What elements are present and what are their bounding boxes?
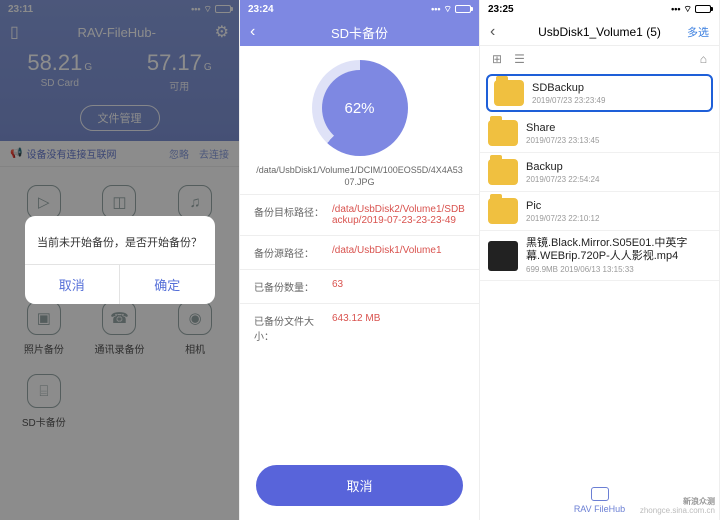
back-button[interactable]: ‹ [250, 23, 255, 41]
page-title: SD卡备份 [331, 23, 388, 42]
screen-backup-progress: 23:24 ‹ SD卡备份 62% /data/UsbDisk1/Volume1… [240, 0, 480, 520]
status-bar: 23:24 [240, 0, 479, 18]
folder-icon [488, 198, 518, 224]
list-item[interactable]: 黑镜.Black.Mirror.S05E01.中英字幕.WEBrip.720P-… [480, 231, 719, 281]
row-target-path: 备份目标路径：/data/UsbDisk2/Volume1/SDBackup/2… [240, 194, 479, 235]
folder-icon [488, 159, 518, 185]
status-time: 23:25 [488, 4, 514, 15]
multiselect-button[interactable]: 多选 [687, 24, 709, 40]
list-item[interactable]: Backup2019/07/23 22:54:24 [480, 153, 719, 192]
video-file-icon [488, 241, 518, 271]
screen-file-browser: 23:25 ‹ UsbDisk1_Volume1 (5) 多选 ⊞ ☰ ⌂ SD… [480, 0, 720, 520]
status-bar: 23:25 [480, 0, 719, 18]
cell-signal-icon [671, 4, 680, 14]
progress-ring: 62% [312, 60, 408, 156]
list-item[interactable]: SDBackup2019/07/23 23:23:49 [486, 74, 713, 112]
file-list: SDBackup2019/07/23 23:23:49 Share2019/07… [480, 74, 719, 281]
wifi-icon [684, 4, 692, 15]
wifi-icon [444, 4, 452, 15]
device-tab-icon [591, 487, 609, 501]
status-time: 23:24 [248, 4, 274, 15]
toolbar: ⊞ ☰ ⌂ [480, 46, 719, 72]
row-count: 已备份数量：63 [240, 269, 479, 303]
battery-icon [695, 5, 711, 13]
dialog-message: 当前未开始备份，是否开始备份？ [25, 216, 215, 264]
progress-percent: 62% [322, 70, 398, 146]
row-size: 已备份文件大小：643.12 MB [240, 303, 479, 352]
cell-signal-icon [431, 4, 440, 14]
dialog-ok-button[interactable]: 确定 [120, 265, 215, 304]
folder-icon [488, 120, 518, 146]
list-view-icon[interactable]: ☰ [514, 52, 525, 66]
battery-icon [455, 5, 471, 13]
modal-overlay: 当前未开始备份，是否开始备份？ 取消 确定 [0, 0, 239, 520]
dialog-cancel-button[interactable]: 取消 [25, 265, 121, 304]
folder-icon [494, 80, 524, 106]
page-title: UsbDisk1_Volume1 (5) [538, 25, 661, 39]
screen-filehub-home: 23:11 ▯ RAV-FileHub- ⚙ 58.21G SD Card 57… [0, 0, 240, 520]
home-icon[interactable]: ⌂ [700, 52, 707, 66]
list-item[interactable]: Pic2019/07/23 22:10:12 [480, 192, 719, 231]
back-button[interactable]: ‹ [490, 23, 495, 41]
row-source-path: 备份源路径：/data/UsbDisk1/Volume1 [240, 235, 479, 269]
list-item[interactable]: Share2019/07/23 23:13:45 [480, 114, 719, 153]
current-file-path: /data/UsbDisk1/Volume1/DCIM/100EOS5D/4X4… [240, 164, 479, 194]
new-folder-icon[interactable]: ⊞ [492, 52, 502, 66]
watermark: 新浪众测 zhongce.sina.com.cn [640, 498, 715, 516]
confirm-dialog: 当前未开始备份，是否开始备份？ 取消 确定 [25, 216, 215, 304]
cancel-button[interactable]: 取消 [256, 465, 463, 506]
